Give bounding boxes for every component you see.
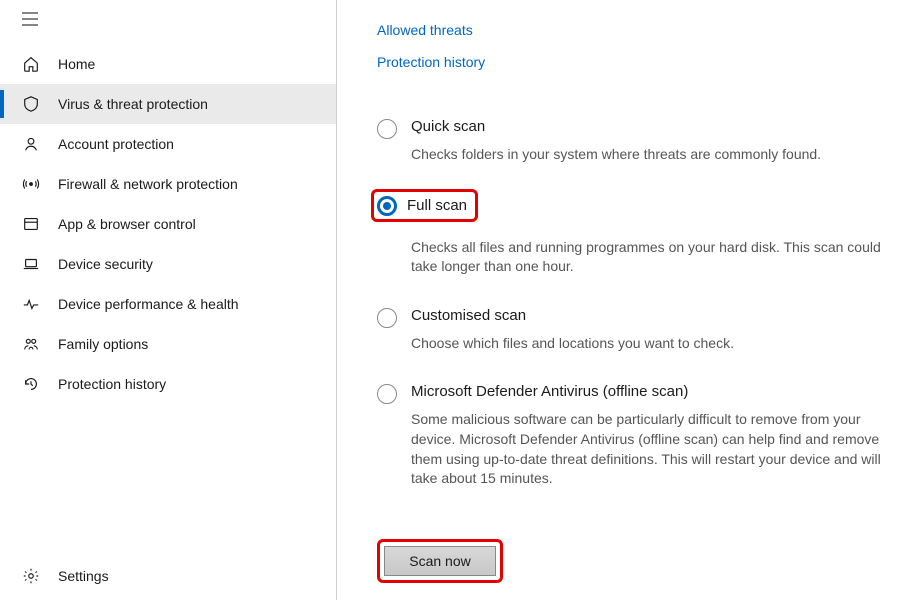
scan-title: Customised scan — [411, 307, 881, 324]
scan-title: Full scan — [407, 197, 467, 214]
scan-desc: Checks folders in your system where thre… — [411, 145, 881, 165]
nav-label: Account protection — [58, 136, 174, 152]
nav-label: App & browser control — [58, 216, 196, 232]
nav-label: Home — [58, 56, 95, 72]
radio-full-scan[interactable] — [377, 196, 397, 216]
link-allowed-threats[interactable]: Allowed threats — [377, 22, 881, 38]
nav-item-app-browser[interactable]: App & browser control — [0, 204, 336, 244]
nav-label: Device performance & health — [58, 296, 239, 312]
gear-icon — [22, 567, 40, 585]
sidebar: Home Virus & threat protection Account p… — [0, 0, 337, 600]
hamburger-menu-button[interactable] — [10, 4, 50, 36]
nav-item-family-options[interactable]: Family options — [0, 324, 336, 364]
scan-now-button[interactable]: Scan now — [384, 546, 496, 576]
nav-label: Family options — [58, 336, 148, 352]
nav-item-settings[interactable]: Settings — [0, 556, 336, 596]
person-icon — [22, 135, 40, 153]
radio-offline-scan[interactable] — [377, 384, 397, 404]
scan-title: Microsoft Defender Antivirus (offline sc… — [411, 383, 881, 400]
nav-item-home[interactable]: Home — [0, 44, 336, 84]
scan-body: Customised scan Choose which files and l… — [411, 307, 881, 354]
family-icon — [22, 335, 40, 353]
nav-list: Home Virus & threat protection Account p… — [0, 44, 336, 404]
scan-option-custom[interactable]: Customised scan Choose which files and l… — [377, 307, 881, 354]
nav-label: Virus & threat protection — [58, 96, 208, 112]
link-protection-history[interactable]: Protection history — [377, 54, 881, 70]
nav-item-virus-threat[interactable]: Virus & threat protection — [0, 84, 336, 124]
scan-title: Quick scan — [411, 118, 881, 135]
link-list: Allowed threats Protection history — [377, 22, 881, 70]
hamburger-icon — [22, 12, 38, 29]
nav-label: Device security — [58, 256, 153, 272]
scan-desc: Choose which files and locations you wan… — [411, 334, 881, 354]
nav-item-account-protection[interactable]: Account protection — [0, 124, 336, 164]
main-content: Allowed threats Protection history Quick… — [337, 0, 911, 600]
nav-item-device-security[interactable]: Device security — [0, 244, 336, 284]
scan-option-full[interactable]: Full scan Checks all files and running p… — [377, 195, 881, 277]
nav-item-device-performance[interactable]: Device performance & health — [0, 284, 336, 324]
highlight-box-full-scan: Full scan — [371, 189, 478, 222]
history-icon — [22, 375, 40, 393]
nav-item-firewall[interactable]: Firewall & network protection — [0, 164, 336, 204]
window-icon — [22, 215, 40, 233]
signal-icon — [22, 175, 40, 193]
scan-body: Microsoft Defender Antivirus (offline sc… — [411, 383, 881, 488]
nav-item-protection-history[interactable]: Protection history — [0, 364, 336, 404]
scan-body: Full scan Checks all files and running p… — [377, 195, 881, 277]
nav-label: Firewall & network protection — [58, 176, 238, 192]
radio-custom-scan[interactable] — [377, 308, 397, 328]
scan-option-offline[interactable]: Microsoft Defender Antivirus (offline sc… — [377, 383, 881, 488]
nav-label: Settings — [58, 568, 109, 584]
scan-option-quick[interactable]: Quick scan Checks folders in your system… — [377, 118, 881, 165]
scan-body: Quick scan Checks folders in your system… — [411, 118, 881, 165]
nav-label: Protection history — [58, 376, 166, 392]
radio-quick-scan[interactable] — [377, 119, 397, 139]
highlight-box-scan-now: Scan now — [377, 539, 503, 583]
shield-icon — [22, 95, 40, 113]
heartbeat-icon — [22, 295, 40, 313]
laptop-icon — [22, 255, 40, 273]
scan-desc: Checks all files and running programmes … — [411, 238, 881, 277]
scan-desc: Some malicious software can be particula… — [411, 410, 881, 488]
home-icon — [22, 55, 40, 73]
